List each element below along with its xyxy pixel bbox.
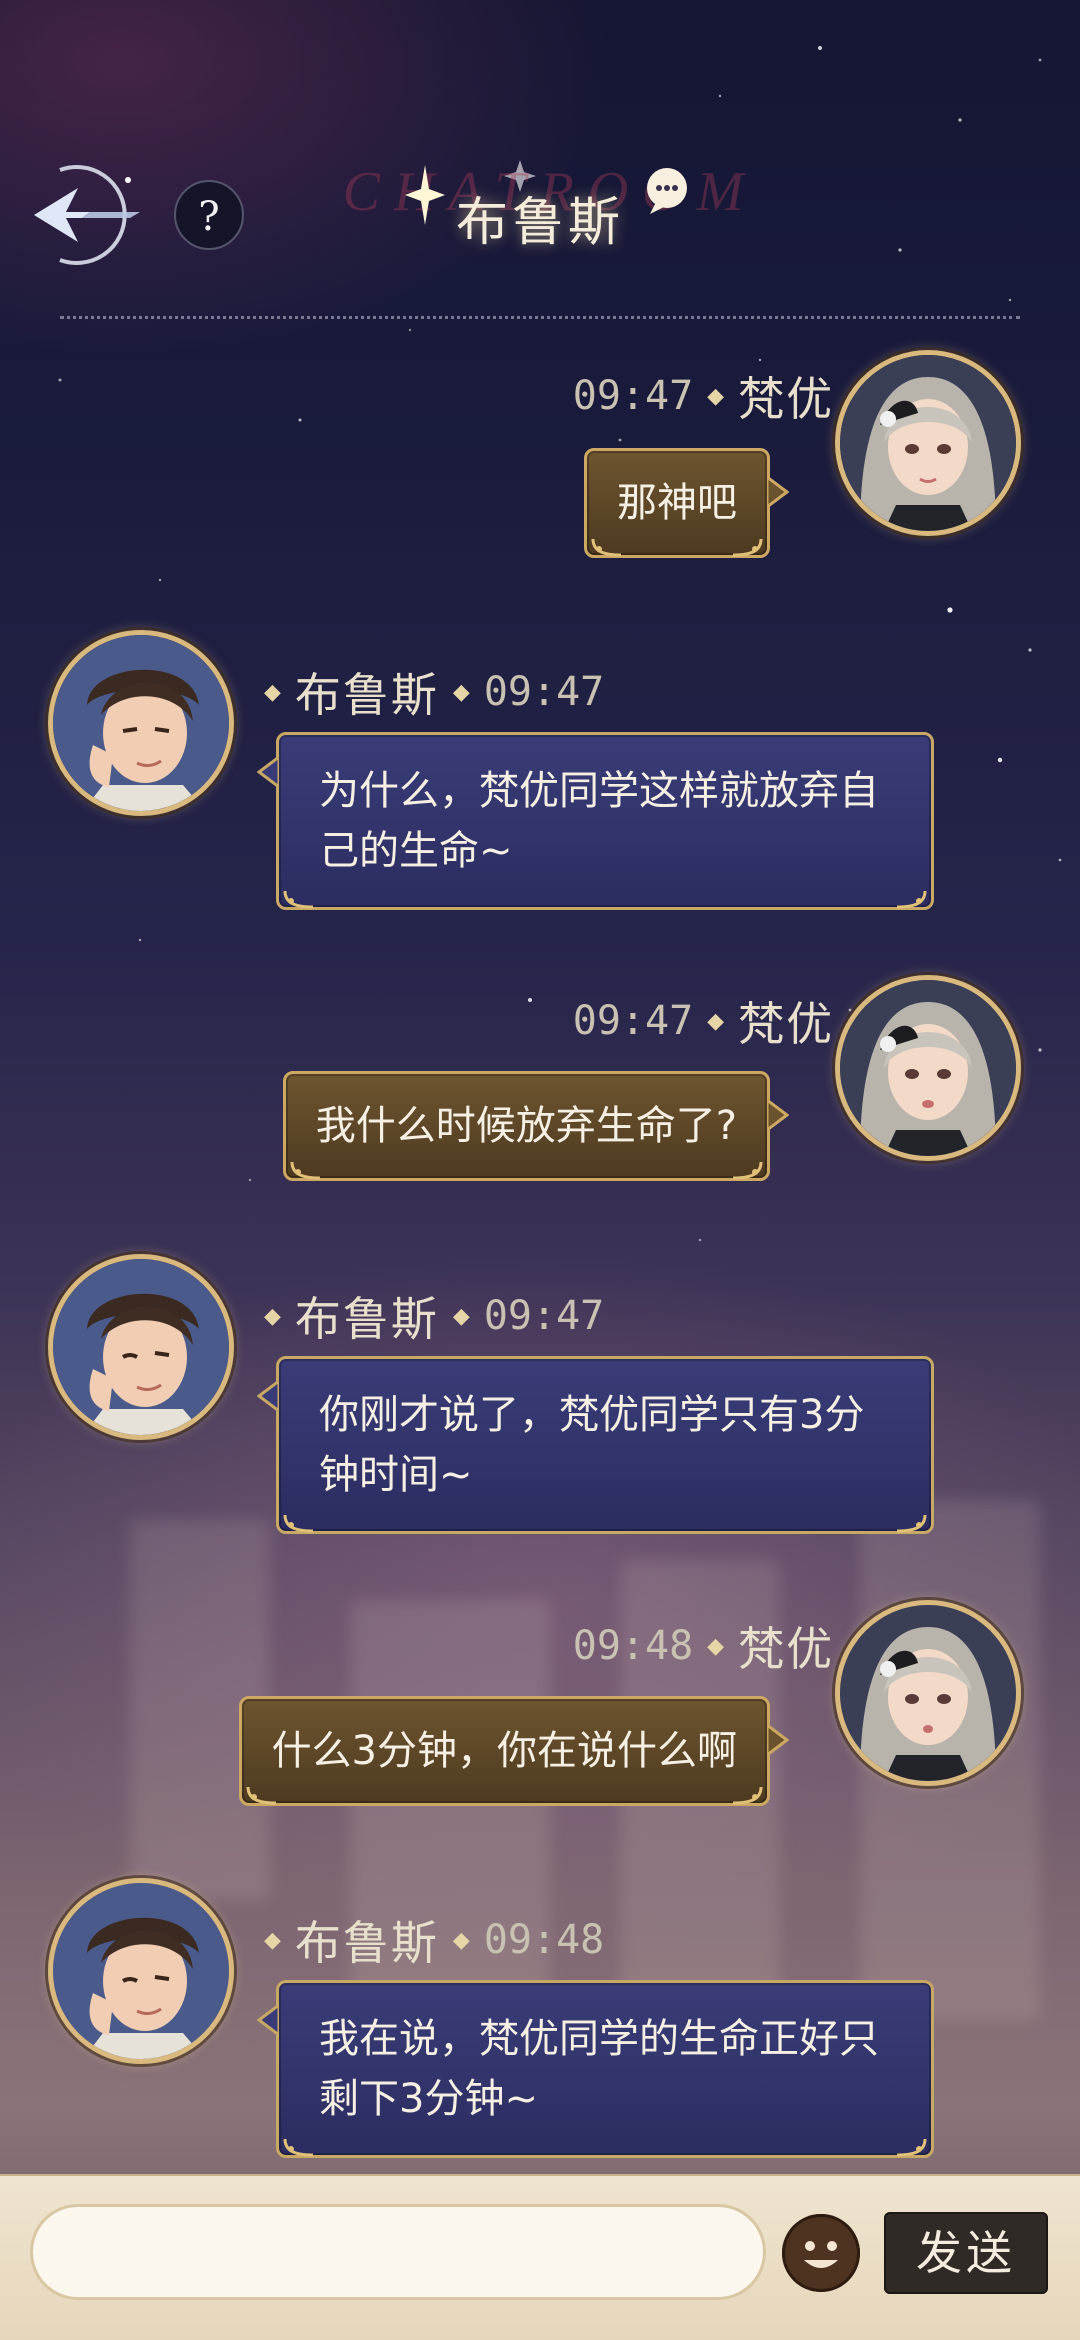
message-bubble: 为什么，梵优同学这样就放弃自己的生命~ — [257, 732, 934, 910]
message-time: 09:48 — [483, 1917, 605, 1963]
emoji-icon — [804, 2241, 838, 2268]
diamond-icon: ◆ — [707, 1633, 725, 1659]
bubble-corner-ornament — [290, 1161, 320, 1180]
chat-screen: ? CHATROOM 布鲁斯 09:47 ◆ 梵优 ◆ — [0, 0, 1080, 2340]
message-meta: 09:47 ◆ 梵优 ◆ — [573, 991, 865, 1051]
message-meta: ◆ 布鲁斯 ◆ 09:47 — [264, 662, 604, 722]
message-time: 09:47 — [483, 669, 605, 715]
diamond-icon: ◆ — [452, 1303, 470, 1329]
diamond-icon: ◆ — [264, 1927, 281, 1953]
emoji-button[interactable] — [782, 2214, 860, 2292]
sender-name: 梵优 — [738, 997, 835, 1051]
bubble-corner-ornament — [732, 1161, 763, 1180]
message-input-bar: 发送 — [0, 2174, 1080, 2340]
sender-name: 梵优 — [738, 372, 835, 426]
message-text: 为什么，梵优同学这样就放弃自己的生命~ — [319, 768, 879, 874]
bubble-corner-ornament — [283, 1514, 314, 1533]
bubble-tail — [257, 2005, 279, 2035]
bubble-tail — [767, 477, 789, 507]
message-meta: ◆ 布鲁斯 ◆ 09:48 — [264, 1910, 604, 1970]
message-input[interactable] — [30, 2204, 766, 2300]
diamond-icon: ◆ — [264, 679, 281, 705]
avatar-fanyou[interactable] — [835, 1600, 1021, 1786]
help-button[interactable]: ? — [174, 180, 244, 250]
diamond-icon: ◆ — [707, 1008, 725, 1034]
bubble-tail — [257, 757, 279, 787]
message-text: 我在说，梵优同学的生命正好只剩下3分钟~ — [319, 2016, 879, 2122]
send-button[interactable]: 发送 — [884, 2212, 1048, 2294]
help-icon: ? — [198, 194, 220, 240]
bubble-corner-ornament — [896, 890, 927, 909]
message-text: 那神吧 — [617, 480, 737, 526]
header-divider — [60, 316, 1020, 319]
bubble-tail — [767, 1725, 789, 1755]
diamond-icon: ◆ — [452, 679, 470, 705]
bubble-corner-ornament — [732, 1786, 763, 1805]
message-bubble: 什么3分钟，你在说什么啊 — [238, 1696, 789, 1806]
back-button[interactable] — [20, 160, 160, 270]
bubble-corner-ornament — [591, 538, 622, 557]
bubble-corner-ornament — [732, 538, 763, 557]
avatar-bruce[interactable] — [48, 1878, 234, 2064]
message-time: 09:48 — [572, 1623, 694, 1669]
message-meta: 09:47 ◆ 梵优 ◆ — [573, 366, 865, 426]
avatar-bruce[interactable] — [48, 1254, 234, 1440]
sender-name: 布鲁斯 — [294, 668, 439, 722]
avatar-bruce[interactable] — [48, 630, 234, 816]
message-bubble: 我在说，梵优同学的生命正好只剩下3分钟~ — [257, 1980, 934, 2158]
message-meta: 09:48 ◆ 梵优 ◆ — [573, 1616, 865, 1676]
sender-name: 梵优 — [738, 1622, 835, 1676]
diamond-icon: ◆ — [264, 1303, 281, 1329]
message-text: 你刚才说了，梵优同学只有3分钟时间~ — [319, 1392, 865, 1498]
bubble-corner-ornament — [896, 2138, 927, 2157]
sender-name: 布鲁斯 — [294, 1292, 439, 1346]
message-time: 09:47 — [572, 373, 694, 419]
bubble-tail — [767, 1100, 789, 1130]
message-bubble: 那神吧 — [584, 448, 789, 558]
message-bubble: 我什么时候放弃生命了? — [282, 1071, 789, 1181]
message-time: 09:47 — [572, 998, 694, 1044]
bubble-corner-ornament — [896, 1514, 927, 1533]
sender-name: 布鲁斯 — [294, 1916, 439, 1970]
message-text: 我什么时候放弃生命了? — [315, 1103, 737, 1149]
chat-bubble-icon — [647, 168, 687, 214]
back-arrow-icon — [34, 165, 140, 265]
bubble-corner-ornament — [246, 1786, 276, 1805]
message-bubble: 你刚才说了，梵优同学只有3分钟时间~ — [257, 1356, 934, 1534]
bubble-corner-ornament — [283, 2138, 314, 2157]
avatar-fanyou[interactable] — [835, 350, 1021, 536]
message-time: 09:47 — [483, 1293, 605, 1339]
message-text: 什么3分钟，你在说什么啊 — [271, 1728, 737, 1774]
bubble-corner-ornament — [283, 890, 314, 909]
bubble-tail — [257, 1381, 279, 1411]
message-meta: ◆ 布鲁斯 ◆ 09:47 — [264, 1286, 604, 1346]
avatar-fanyou[interactable] — [835, 975, 1021, 1161]
diamond-icon: ◆ — [452, 1927, 470, 1953]
diamond-icon: ◆ — [707, 383, 725, 409]
